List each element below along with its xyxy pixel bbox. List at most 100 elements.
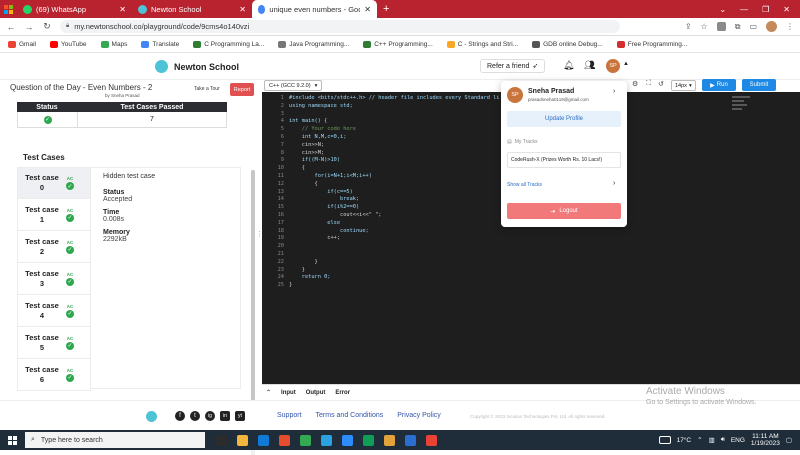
- notifications-icon[interactable]: ▢: [786, 436, 792, 444]
- close-icon[interactable]: ✕: [239, 5, 246, 14]
- tab-output[interactable]: Output: [306, 390, 326, 396]
- code-line[interactable]: continue;: [289, 228, 499, 236]
- code-line[interactable]: int main() {: [289, 118, 499, 126]
- code-line[interactable]: for(i=N+1;i<M;i++): [289, 173, 499, 181]
- facebook-icon[interactable]: f: [175, 411, 185, 421]
- test-case-0[interactable]: Test case 0 AC ✓: [17, 167, 91, 199]
- chevron-right-icon[interactable]: ›: [613, 180, 615, 187]
- code-line[interactable]: }: [289, 267, 499, 275]
- forward-icon[interactable]: →: [24, 22, 34, 32]
- brand[interactable]: Newton School: [155, 60, 239, 73]
- split-view-icon[interactable]: ▭: [749, 22, 757, 31]
- chevron-right-icon[interactable]: ›: [613, 88, 615, 95]
- volume-icon[interactable]: 🔊︎: [721, 436, 725, 444]
- left-scrollbar-thumb[interactable]: [251, 170, 255, 420]
- show-all-tracks-link[interactable]: Show all Tracks: [507, 182, 542, 188]
- reload-icon[interactable]: ↻: [42, 21, 52, 32]
- submit-button[interactable]: Submit: [742, 79, 776, 91]
- code-line[interactable]: {: [289, 181, 499, 189]
- tab-google-search[interactable]: unique even numbers - Google S ✕: [252, 0, 377, 18]
- puzzle-icon[interactable]: ⧉: [735, 22, 741, 32]
- code-line[interactable]: // Your code here: [289, 126, 499, 134]
- code-line[interactable]: c++;: [289, 235, 499, 243]
- update-profile-button[interactable]: Update Profile: [507, 111, 621, 127]
- bell-icon[interactable]: 🔔︎: [563, 60, 574, 71]
- code-line[interactable]: using namespace std;: [289, 103, 499, 111]
- code-line[interactable]: cin>>M;: [289, 150, 499, 158]
- temperature[interactable]: 17°C: [677, 437, 692, 444]
- test-case-5[interactable]: Test case 5 AC ✓: [17, 327, 91, 359]
- bookmark-free-programming[interactable]: Free Programming...: [616, 40, 687, 48]
- test-case-6[interactable]: Test case 6 AC ✓: [17, 359, 91, 391]
- taskbar-app-icon[interactable]: [321, 434, 332, 446]
- chevron-up-icon[interactable]: ⌃: [697, 436, 702, 444]
- report-button[interactable]: Report: [230, 83, 254, 96]
- bookmark-maps[interactable]: Maps: [100, 40, 127, 48]
- tab-whatsapp[interactable]: (69) WhatsApp ✕: [17, 0, 132, 18]
- back-icon[interactable]: ←: [6, 22, 16, 32]
- tab-input[interactable]: Input: [281, 390, 296, 396]
- bookmark-java-programming[interactable]: Java Programming...: [278, 40, 349, 48]
- test-case-2[interactable]: Test case 2 AC ✓: [17, 231, 91, 263]
- chevron-up-icon[interactable]: ⌃: [266, 389, 271, 396]
- taskbar-app-icon[interactable]: [405, 434, 416, 446]
- support-link[interactable]: Support: [277, 412, 302, 419]
- bookmark-gdb-online[interactable]: GDB online Debug...: [532, 40, 603, 48]
- taskbar-app-icon[interactable]: [384, 434, 395, 446]
- restore-button[interactable]: ❐: [762, 5, 769, 14]
- refer-friend-button[interactable]: Refer a friend ➶: [480, 59, 546, 73]
- code-line[interactable]: }: [289, 259, 499, 267]
- bookmark-cpp-programming[interactable]: C++ Programming...: [363, 40, 433, 48]
- code-lines[interactable]: #include <bits/stdc++.h> // header file …: [289, 92, 499, 290]
- settings-gear-icon[interactable]: ⚙: [632, 80, 638, 88]
- font-size-select[interactable]: 14px ▾: [671, 80, 696, 91]
- chevron-up-icon[interactable]: ▲: [623, 61, 629, 67]
- taskbar-app-icon[interactable]: [216, 434, 227, 446]
- code-line[interactable]: if(i%2==0): [289, 204, 499, 212]
- tab-search-icon[interactable]: ⌄: [719, 5, 726, 14]
- weather-icon[interactable]: [658, 436, 671, 444]
- language-select[interactable]: C++ (GCC 9.2.0) ▾: [264, 80, 323, 91]
- users-icon[interactable]: 👥︎: [584, 60, 595, 71]
- code-line[interactable]: return 0;: [289, 274, 499, 282]
- language-indicator[interactable]: ENG: [731, 437, 745, 444]
- code-line[interactable]: int N,M,c=0,i;: [289, 134, 499, 142]
- taskbar-app-icon[interactable]: [237, 434, 248, 446]
- tab-newton-school[interactable]: Newton School ✕: [132, 0, 252, 18]
- linkedin-icon[interactable]: in: [220, 411, 230, 421]
- code-line[interactable]: [289, 251, 499, 259]
- taskbar-app-icon[interactable]: [363, 434, 374, 446]
- code-line[interactable]: {: [289, 165, 499, 173]
- bookmark-gmail[interactable]: Gmail: [8, 40, 36, 48]
- minimize-button[interactable]: —: [740, 5, 748, 14]
- taskbar-app-icon[interactable]: [258, 434, 269, 446]
- taskbar-app-icon[interactable]: [426, 434, 437, 446]
- taskbar-app-icon[interactable]: [300, 434, 311, 446]
- instagram-icon[interactable]: ig: [205, 411, 215, 421]
- bookmark-star-icon[interactable]: ☆: [701, 22, 708, 31]
- more-menu-icon[interactable]: ⋮: [786, 22, 794, 31]
- bookmark-c-strings[interactable]: C - Strings and Stri...: [446, 40, 518, 48]
- taskbar-app-icon[interactable]: [279, 434, 290, 446]
- bookmark-youtube[interactable]: YouTube: [49, 40, 87, 48]
- taskbar-app-icon[interactable]: [342, 434, 353, 446]
- address-bar[interactable]: 🔒︎ my.newtonschool.co/playground/code/9c…: [60, 20, 620, 33]
- code-line[interactable]: if((M-N)>10): [289, 157, 499, 165]
- track-item[interactable]: CodeRush-X (Prizes Worth Rs. 10 Lacs!): [507, 152, 621, 168]
- network-icon[interactable]: ▥: [709, 436, 715, 444]
- share-icon[interactable]: ⇪: [685, 22, 692, 31]
- close-window-button[interactable]: ✕: [783, 5, 790, 14]
- close-icon[interactable]: ✕: [364, 5, 371, 14]
- code-line[interactable]: if(c==5): [289, 189, 499, 197]
- taskbar-search-box[interactable]: ⌕ Type here to search: [25, 432, 205, 448]
- extensions-icon[interactable]: [716, 22, 726, 31]
- test-case-4[interactable]: Test case 4 AC ✓: [17, 295, 91, 327]
- reset-code-icon[interactable]: ↺: [658, 80, 664, 88]
- twitter-icon[interactable]: t: [190, 411, 200, 421]
- run-button[interactable]: ▶ Run: [702, 79, 736, 91]
- youtube-icon[interactable]: yt: [235, 411, 245, 421]
- privacy-link[interactable]: Privacy Policy: [397, 412, 441, 419]
- bookmark-translate[interactable]: Translate: [141, 40, 179, 48]
- close-icon[interactable]: ✕: [119, 5, 126, 14]
- avatar[interactable]: SP: [606, 59, 620, 73]
